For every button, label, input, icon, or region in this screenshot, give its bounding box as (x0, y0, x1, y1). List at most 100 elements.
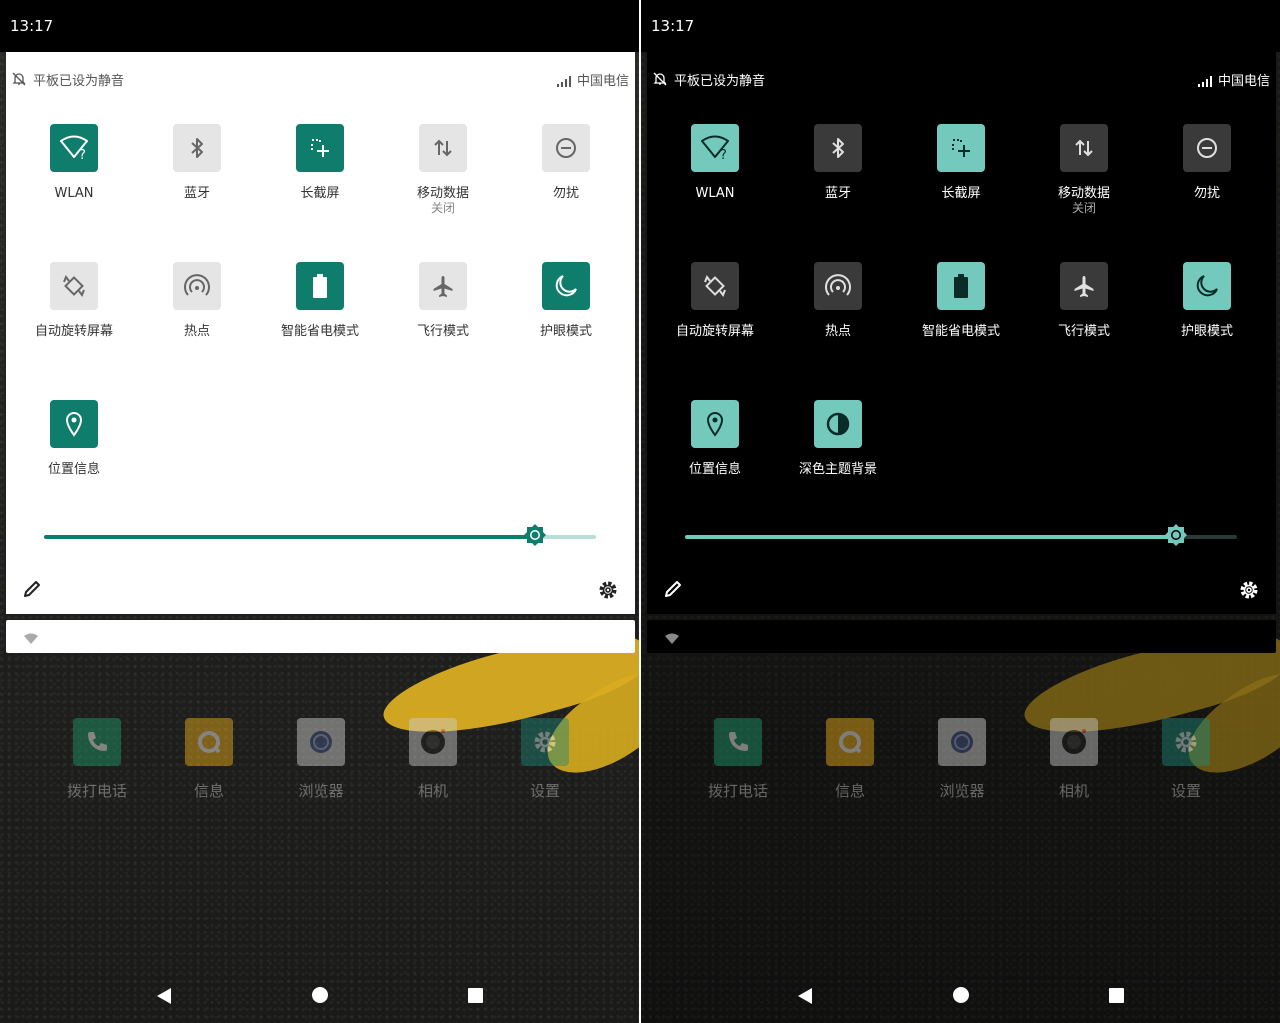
edit-pencil-icon[interactable] (663, 579, 683, 599)
qs-tile-hotspot[interactable]: 热点 (137, 262, 257, 339)
dock-app-label: 相机 (1058, 782, 1089, 800)
qs-tile-airplane[interactable]: 飞行模式 (1024, 262, 1144, 339)
qs-tile-label: 勿扰 (552, 186, 579, 201)
do-not-disturb-icon (1183, 124, 1231, 172)
settings-gear-icon[interactable] (597, 579, 619, 601)
qs-tile-hotspot[interactable]: 热点 (778, 262, 898, 339)
qs-tile-auto-rotate[interactable]: 自动旋转屏幕 (655, 262, 775, 339)
qs-tile-night-mode[interactable]: 护眼模式 (1147, 262, 1267, 339)
qs-tile-label: 热点 (824, 324, 851, 339)
location-icon (691, 400, 739, 448)
qs-tile-do-not-disturb[interactable]: 勿扰 (506, 124, 626, 201)
carrier-name: 中国电信 (1217, 74, 1270, 89)
qs-tile-sublabel: 关闭 (430, 201, 455, 215)
dock-app-browser[interactable]: 浏览器 (276, 718, 366, 801)
recent-apps-icon[interactable] (1109, 988, 1124, 1003)
dock-app-label: 相机 (417, 782, 448, 800)
dock-app-settings[interactable]: 设置 (500, 718, 590, 801)
qs-tile-label: 长截屏 (941, 186, 981, 201)
qs-tile-airplane[interactable]: 飞行模式 (383, 262, 503, 339)
dock-app-settings[interactable]: 设置 (1141, 718, 1231, 801)
dock-app-label: 浏览器 (298, 782, 344, 800)
qs-tile-label: 护眼模式 (1180, 324, 1233, 339)
qs-tile-battery-saver[interactable]: 智能省电模式 (260, 262, 380, 339)
qs-tile-dark-theme[interactable]: 深色主题背景 (778, 400, 898, 477)
qs-tile-long-screenshot[interactable]: 长截屏 (901, 124, 1021, 201)
qs-tile-location[interactable]: 位置信息 (655, 400, 775, 477)
qs-tile-wifi-question[interactable]: ? WLAN (655, 124, 775, 201)
dock-app-label: 信息 (193, 782, 224, 800)
carrier-name: 中国电信 (576, 74, 629, 89)
brightness-slider[interactable] (685, 524, 1237, 546)
recent-apps-icon[interactable] (468, 988, 483, 1003)
brightness-sun-icon[interactable] (1164, 523, 1188, 547)
brightness-sun-icon[interactable] (523, 523, 547, 547)
qs-tile-location[interactable]: 位置信息 (14, 400, 134, 477)
home-icon[interactable] (312, 987, 328, 1003)
qs-tile-label: 蓝牙 (183, 186, 210, 201)
dock-app-browser[interactable]: 浏览器 (917, 718, 1007, 801)
back-icon[interactable] (797, 987, 813, 1009)
dock-app-camera[interactable]: 相机 (1029, 718, 1119, 801)
dock-app-message[interactable]: 信息 (805, 718, 895, 801)
back-icon[interactable] (156, 987, 172, 1009)
dock-app-label: 设置 (529, 782, 560, 800)
dock-app-message[interactable]: 信息 (164, 718, 254, 801)
status-bar: 13:17 (0, 0, 639, 52)
long-screenshot-icon (937, 124, 985, 172)
message-icon (826, 718, 874, 766)
dock-app-label: 浏览器 (939, 782, 985, 800)
qs-header: 平板已设为静音 中国电信 (6, 66, 635, 90)
qs-tile-label: 位置信息 (47, 462, 100, 477)
qs-tile-wifi-question[interactable]: ? WLAN (14, 124, 134, 201)
mobile-data-icon (1060, 124, 1108, 172)
qs-tile-label: 飞行模式 (416, 324, 469, 339)
qs-tile-night-mode[interactable]: 护眼模式 (506, 262, 626, 339)
qs-tile-long-screenshot[interactable]: 长截屏 (260, 124, 380, 201)
battery-saver-icon (937, 262, 985, 310)
qs-tile-mobile-data[interactable]: 移动数据 关闭 (1024, 124, 1144, 216)
dock-app-phone[interactable]: 拨打电话 (52, 718, 142, 801)
qs-tile-label: 飞行模式 (1057, 324, 1110, 339)
browser-icon (938, 718, 986, 766)
qs-tile-label: 自动旋转屏幕 (675, 324, 754, 339)
qs-tile-battery-saver[interactable]: 智能省电模式 (901, 262, 1021, 339)
navigation-bar (0, 975, 639, 1015)
brightness-slider[interactable] (44, 524, 596, 546)
dock-app-camera[interactable]: 相机 (388, 718, 478, 801)
notification-card[interactable] (6, 620, 635, 653)
settings-gear-icon[interactable] (1238, 579, 1260, 601)
qs-tile-bluetooth[interactable]: 蓝牙 (778, 124, 898, 201)
camera-icon (1050, 718, 1098, 766)
phone-icon (73, 718, 121, 766)
bluetooth-icon (814, 124, 862, 172)
qs-tile-label: WLAN (695, 186, 735, 201)
svg-text:?: ? (720, 148, 727, 161)
edit-pencil-icon[interactable] (22, 579, 42, 599)
quick-settings-panel: 平板已设为静音 中国电信? WLAN 蓝牙 长截屏 移动数据 关闭 勿扰 自动旋转屏幕 热点 智能省… (647, 52, 1276, 614)
qs-tile-bluetooth[interactable]: 蓝牙 (137, 124, 257, 201)
qs-tile-label: 自动旋转屏幕 (34, 324, 113, 339)
qs-tile-label: 智能省电模式 (921, 324, 1000, 339)
night-mode-icon (542, 262, 590, 310)
location-icon (50, 400, 98, 448)
notification-card[interactable] (647, 620, 1276, 653)
airplane-icon (419, 262, 467, 310)
silent-mode-text: 平板已设为静音 (674, 74, 766, 89)
qs-tile-label: 移动数据 (416, 186, 469, 201)
hotspot-icon (173, 262, 221, 310)
qs-tile-do-not-disturb[interactable]: 勿扰 (1147, 124, 1267, 201)
battery-saver-icon (296, 262, 344, 310)
qs-tile-label: 长截屏 (300, 186, 340, 201)
qs-tile-label: 热点 (183, 324, 210, 339)
home-icon[interactable] (953, 987, 969, 1003)
dock-app-phone[interactable]: 拨打电话 (693, 718, 783, 801)
long-screenshot-icon (296, 124, 344, 172)
qs-tile-label: 深色主题背景 (798, 462, 877, 477)
dark-theme-screen: 13:17 平板已设为静音 中国电信? WLAN 蓝牙 长截屏 移动数据 关闭 勿扰 自动旋转屏幕… (641, 0, 1280, 1023)
qs-tile-auto-rotate[interactable]: 自动旋转屏幕 (14, 262, 134, 339)
qs-tile-mobile-data[interactable]: 移动数据 关闭 (383, 124, 503, 216)
dock-app-label: 拨打电话 (707, 782, 768, 800)
qs-tile-label: 蓝牙 (824, 186, 851, 201)
do-not-disturb-icon (542, 124, 590, 172)
